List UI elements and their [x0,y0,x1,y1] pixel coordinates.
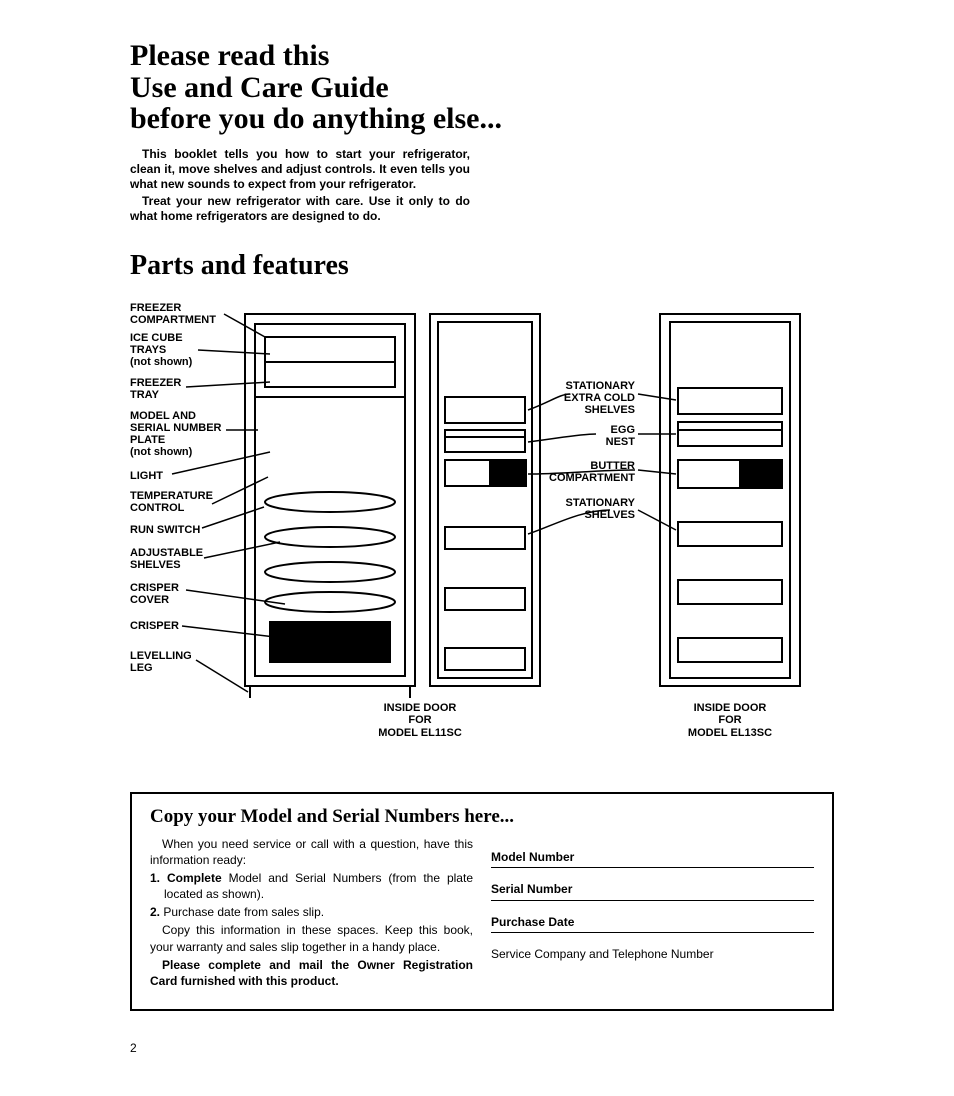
service-company-field[interactable]: Service Company and Telephone Number [491,947,814,963]
infobox-right-column: Model Number Serial Number Purchase Date… [491,836,814,992]
page-number: 2 [130,1041,834,1055]
purchase-date-field[interactable]: Purchase Date [491,915,814,934]
intro-p1: This booklet tells you how to start your… [130,147,470,192]
model-number-label: Model Number [491,850,814,866]
title-line-2: Use and Care Guide [130,71,389,104]
info-l5: Please complete and mail the Owner Regis… [150,957,473,989]
refrigerator-diagram-svg [130,302,830,762]
purchase-date-label: Purchase Date [491,915,814,931]
model-number-field[interactable]: Model Number [491,850,814,869]
infobox-columns: When you need service or call with a que… [150,836,814,992]
intro-p2: Treat your new refrigerator with care. U… [130,194,470,224]
parts-heading: Parts and features [130,250,834,282]
model-serial-box: Copy your Model and Serial Numbers here.… [130,792,834,1012]
info-l3: 2. Purchase date from sales slip. [150,904,473,920]
page: Please read this Use and Care Guide befo… [0,0,954,1075]
service-company-label: Service Company and Telephone Number [491,947,714,961]
title-line-1: Please read this [130,39,329,72]
infobox-left-column: When you need service or call with a que… [150,836,473,992]
serial-number-label: Serial Number [491,882,814,898]
info-l1: When you need service or call with a que… [150,836,473,868]
main-title: Please read this Use and Care Guide befo… [130,40,834,135]
info-l4: Copy this information in these spaces. K… [150,922,473,954]
title-line-3: before you do anything else... [130,102,502,135]
serial-number-field[interactable]: Serial Number [491,882,814,901]
info-l2: 1. Complete Model and Serial Numbers (fr… [150,870,473,902]
infobox-heading: Copy your Model and Serial Numbers here.… [150,806,814,828]
intro-block: This booklet tells you how to start your… [130,147,470,224]
parts-diagram: FREEZERCOMPARTMENT ICE CUBETRAYS(not sho… [130,302,830,762]
